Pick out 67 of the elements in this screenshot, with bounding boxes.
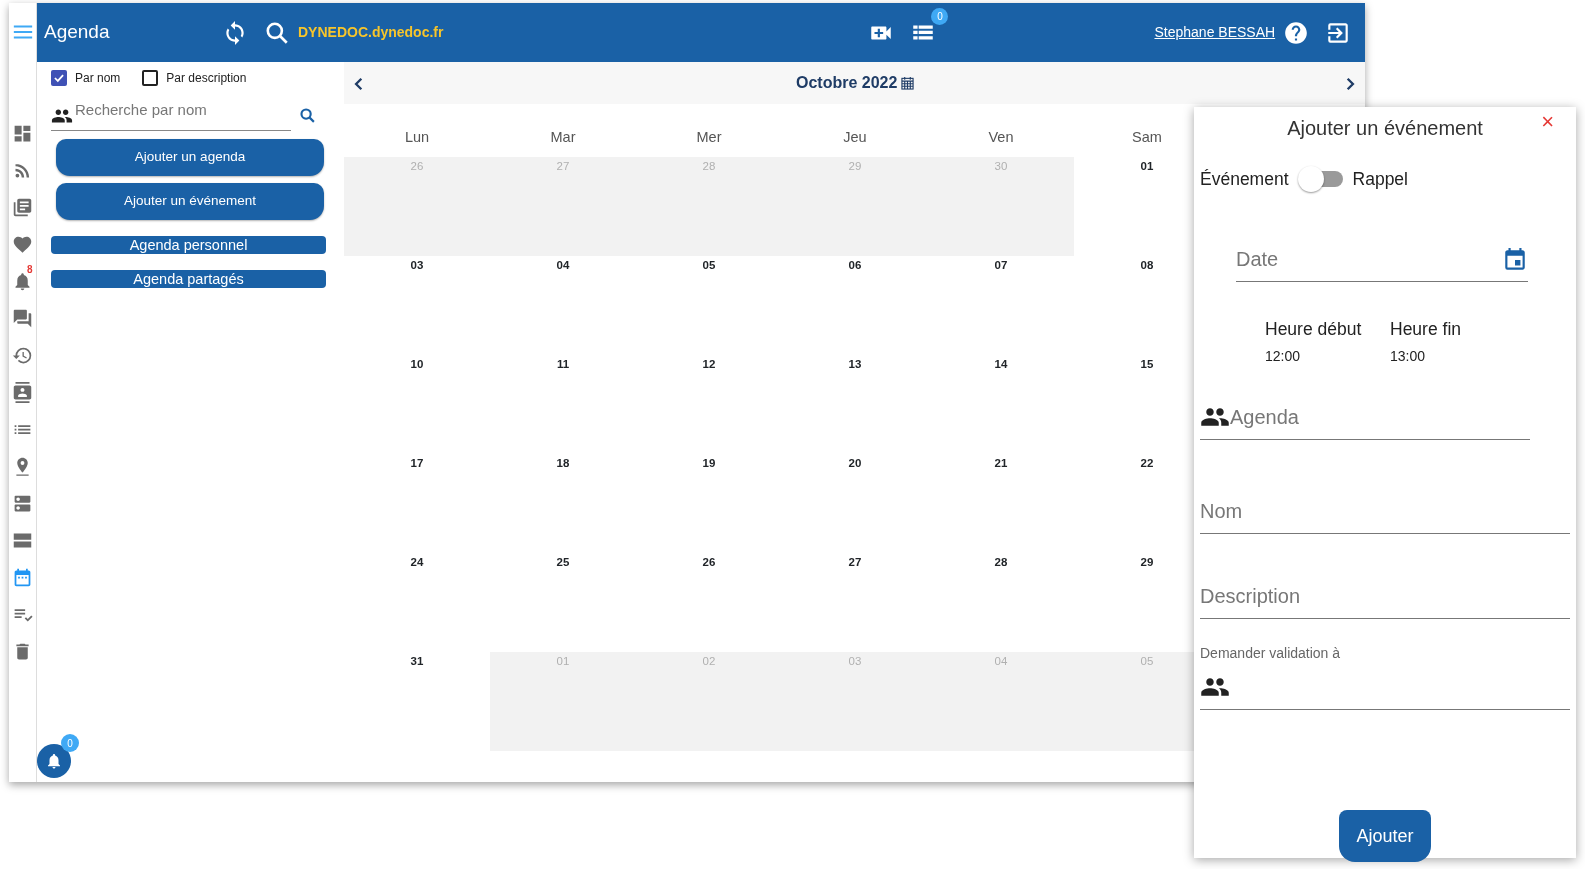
day-cell[interactable]: 20: [782, 454, 928, 553]
day-cell[interactable]: 18: [490, 454, 636, 553]
weekday-label: Mar: [549, 128, 577, 147]
user-name-link[interactable]: Stephane BESSAH: [1154, 22, 1276, 43]
checkbox-label: Par description: [166, 70, 247, 87]
time-label: Heure début: [1265, 318, 1363, 341]
weekday-label: Jeu: [842, 128, 868, 147]
agenda-section-button[interactable]: Agenda personnel: [51, 236, 326, 254]
chat-icon[interactable]: [12, 308, 33, 329]
day-cell[interactable]: 04: [490, 256, 636, 355]
bell-icon: [45, 752, 63, 770]
weekday-label: Sam: [1131, 128, 1163, 147]
day-cell[interactable]: 19: [636, 454, 782, 553]
history-icon[interactable]: [12, 345, 33, 366]
date-field[interactable]: Date: [1236, 244, 1502, 274]
dashboard-icon[interactable]: [12, 123, 33, 144]
name-field[interactable]: Nom: [1200, 496, 1570, 527]
agenda-section-button[interactable]: Agenda partagés: [51, 270, 326, 288]
checkbox[interactable]: [51, 70, 67, 86]
toggle-label: Événement: [1200, 167, 1289, 191]
day-cell[interactable]: 28: [928, 553, 1074, 652]
day-cell[interactable]: 03: [344, 256, 490, 355]
day-cell[interactable]: 14: [928, 355, 1074, 454]
event-reminder-switch[interactable]: [1296, 165, 1345, 193]
notification-count: 0: [61, 734, 79, 752]
task-count: 0: [931, 7, 949, 25]
weekday-label: Lun: [403, 128, 431, 147]
day-cell[interactable]: 12: [636, 355, 782, 454]
dialog-title: Ajouter un événement: [1287, 116, 1483, 141]
domain-label: DYNEDOC.dynedoc.fr: [298, 23, 444, 42]
day-cell[interactable]: 25: [490, 553, 636, 652]
contact-card-icon[interactable]: [12, 382, 33, 403]
heart-icon[interactable]: [12, 234, 33, 255]
day-cell[interactable]: 31: [344, 652, 490, 751]
day-cell[interactable]: 26: [636, 553, 782, 652]
agenda-field[interactable]: Agenda: [1230, 402, 1530, 433]
page-title: Agenda: [44, 20, 111, 45]
time-field[interactable]: 12:00: [1265, 346, 1390, 368]
day-cell[interactable]: 21: [928, 454, 1074, 553]
day-cell[interactable]: 13: [782, 355, 928, 454]
checkbox[interactable]: [142, 70, 159, 86]
checkbox-label: Par nom: [75, 70, 121, 87]
day-cell[interactable]: 07: [928, 256, 1074, 355]
day-cell[interactable]: 05: [636, 256, 782, 355]
search-field[interactable]: Recherche par nom: [73, 98, 273, 127]
day-cell[interactable]: 10: [344, 355, 490, 454]
badge-count: 8: [26, 265, 33, 275]
day-cell[interactable]: 24: [344, 553, 490, 652]
day-cell[interactable]: 11: [490, 355, 636, 454]
add-button[interactable]: Ajouter un agenda: [56, 139, 324, 176]
description-field[interactable]: Description: [1200, 581, 1570, 612]
toggle-label: Rappel: [1352, 167, 1408, 191]
day-cell[interactable]: 17: [344, 454, 490, 553]
server-icon[interactable]: [12, 493, 33, 514]
time-label: Heure fin: [1390, 318, 1462, 341]
help-button[interactable]: [1283, 19, 1310, 46]
day-cell[interactable]: 06: [782, 256, 928, 355]
submit-button[interactable]: Ajouter: [1339, 810, 1431, 863]
calendar-icon[interactable]: [901, 76, 915, 90]
close-button[interactable]: ×: [1541, 111, 1554, 133]
month-title: Octobre 2022: [796, 73, 898, 93]
documents-icon[interactable]: [12, 197, 33, 218]
day-cell[interactable]: 27: [782, 553, 928, 652]
weekday-label: Ven: [987, 128, 1015, 147]
time-field[interactable]: 13:00: [1390, 346, 1510, 368]
add-button[interactable]: Ajouter un événement: [56, 183, 324, 220]
weekday-label: Mer: [695, 128, 723, 147]
